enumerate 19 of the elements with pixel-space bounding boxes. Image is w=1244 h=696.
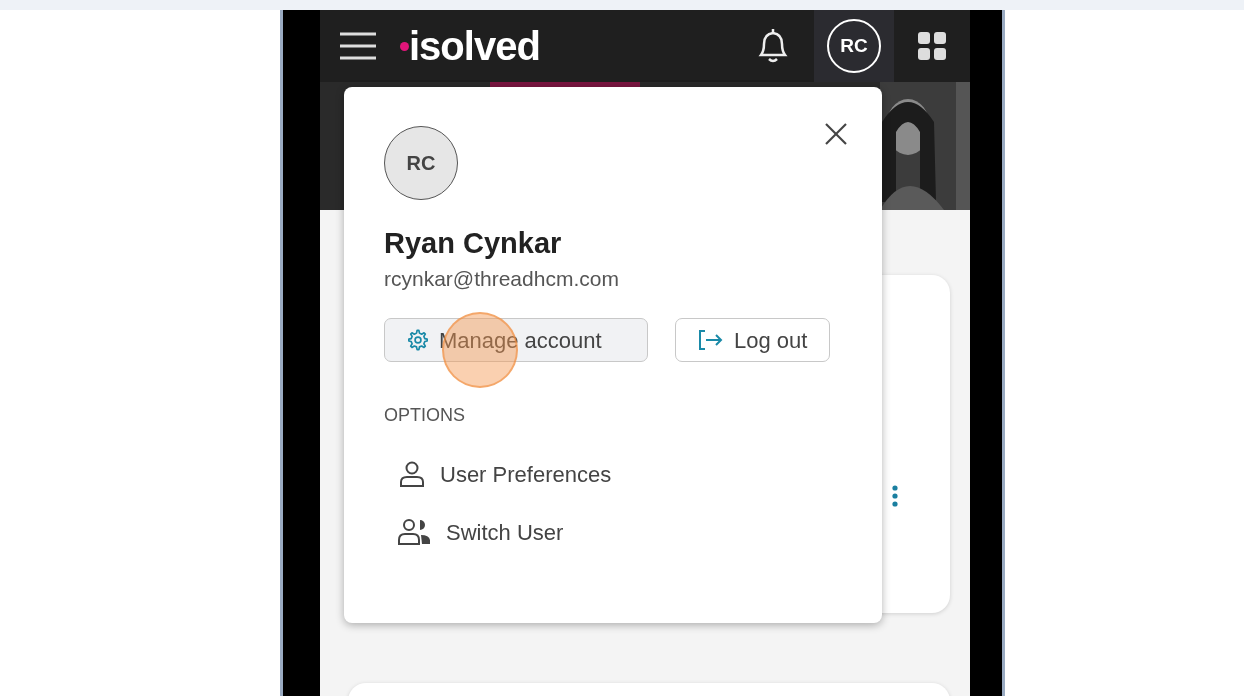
manage-account-button[interactable]: Manage account	[384, 318, 648, 363]
close-button[interactable]	[824, 121, 848, 146]
user-name: Ryan Cynkar	[384, 226, 563, 261]
logout-button[interactable]: Log out	[675, 318, 831, 363]
section-heading: OPTIONS	[384, 404, 466, 428]
gear-icon	[407, 329, 429, 352]
person-icon	[398, 460, 426, 489]
user-avatar: RC	[384, 126, 458, 200]
menu-icon[interactable]	[340, 32, 376, 60]
two-people-icon	[398, 518, 432, 547]
menu-item[interactable]: Switch User	[384, 503, 842, 562]
logo: isolved	[409, 26, 540, 66]
menu-item[interactable]: User Preferences	[384, 445, 842, 504]
bell-icon[interactable]	[756, 28, 790, 64]
user-avatar[interactable]: RC	[827, 19, 881, 73]
more-options-icon[interactable]	[892, 485, 898, 507]
user-email: rcynkar@threadhcm.com	[384, 265, 620, 292]
logo-dot	[400, 41, 409, 51]
apps-grid-icon[interactable]	[918, 32, 946, 60]
